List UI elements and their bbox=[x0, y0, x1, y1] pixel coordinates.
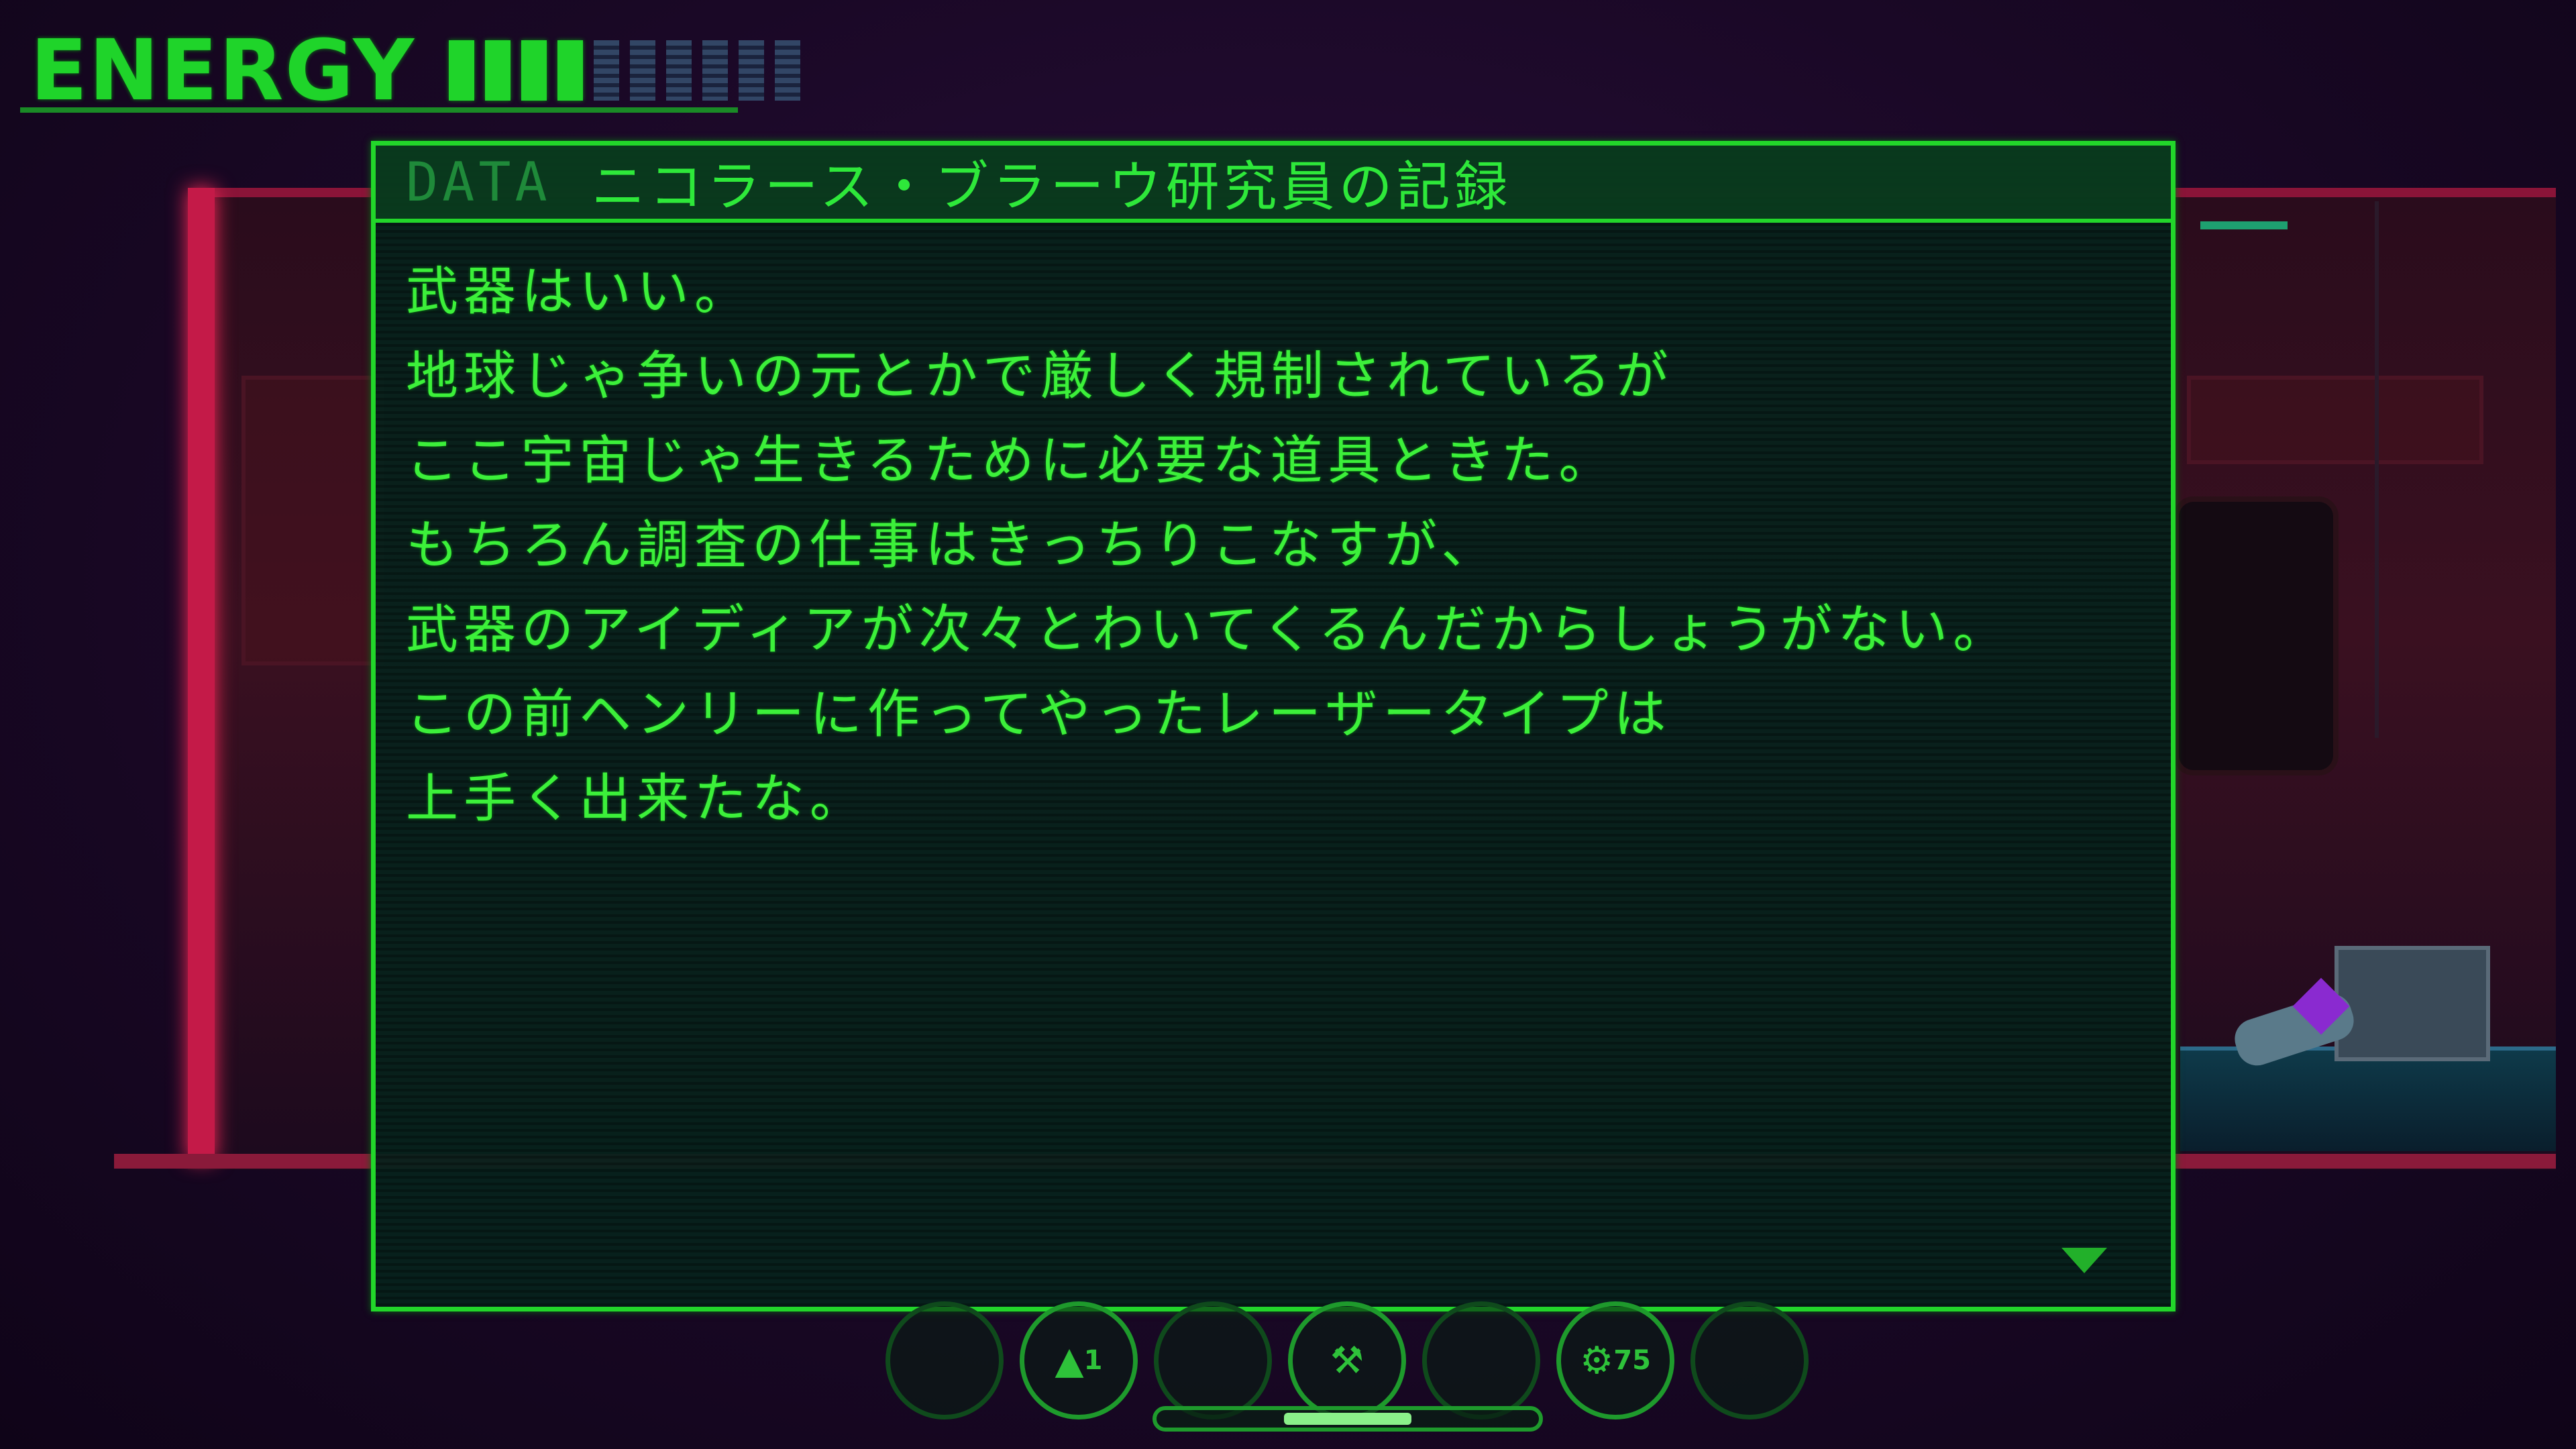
item-slot-empty[interactable] bbox=[1154, 1301, 1272, 1419]
item-slot-empty[interactable] bbox=[885, 1301, 1004, 1419]
data-log-header: DATA ニコラース・ブラーウ研究員の記録 bbox=[376, 146, 2171, 223]
data-log-line: この前ヘンリーに作ってやったレーザータイプは bbox=[406, 684, 1672, 745]
data-log-line: 地球じゃ争いの元とかで厳しく規制されているが bbox=[406, 346, 1674, 407]
energy-cell-empty bbox=[594, 40, 620, 101]
data-log-title: ニコラース・ブラーウ研究員の記録 bbox=[591, 155, 1512, 218]
data-tag: DATA bbox=[406, 151, 551, 213]
energy-cell-full bbox=[449, 40, 475, 101]
item-slot-blaster[interactable]: ▲ 1 bbox=[1020, 1301, 1138, 1419]
energy-cell-empty bbox=[702, 40, 729, 101]
data-log-line: 武器はいい。 bbox=[406, 262, 753, 322]
room-wall-panel bbox=[241, 376, 384, 665]
energy-cell-full bbox=[521, 40, 547, 101]
room-door bbox=[2174, 496, 2339, 775]
energy-bars bbox=[449, 40, 801, 101]
energy-cell-empty bbox=[775, 40, 801, 101]
energy-label: ENERGY bbox=[30, 21, 416, 119]
data-log-line: 上手く出来たな。 bbox=[406, 769, 868, 829]
item-count: 75 bbox=[1613, 1345, 1651, 1376]
room-left-wall bbox=[188, 188, 215, 1161]
room-cable bbox=[2375, 201, 2379, 738]
room-machine bbox=[2334, 946, 2490, 1061]
item-selector-bar bbox=[1152, 1406, 1543, 1432]
room-wall-panel bbox=[2187, 376, 2483, 464]
data-log-window[interactable]: DATA ニコラース・ブラーウ研究員の記録 武器はいい。 地球じゃ争いの元とかで… bbox=[371, 141, 2176, 1311]
energy-cell-empty bbox=[666, 40, 692, 101]
data-log-line: もちろん調査の仕事はきっちりこなすが、 bbox=[406, 515, 1499, 576]
data-log-line: ここ宇宙じゃ生きるために必要な道具ときた。 bbox=[406, 431, 1617, 491]
wrench-icon: ⚒ bbox=[1330, 1338, 1364, 1383]
energy-cell-empty bbox=[739, 40, 765, 101]
item-ring: ▲ 1 ⚒ ⚙ 75 bbox=[885, 1301, 1809, 1419]
room-floor-platform bbox=[2180, 1046, 2556, 1151]
item-selector-indicator bbox=[1284, 1413, 1411, 1425]
data-log-body: 武器はいい。 地球じゃ争いの元とかで厳しく規制されているが ここ宇宙じゃ生きるた… bbox=[376, 223, 2171, 841]
energy-underline bbox=[20, 107, 738, 113]
item-count: 1 bbox=[1083, 1345, 1103, 1376]
energy-meter: ENERGY bbox=[30, 21, 801, 119]
blaster-icon: ▲ bbox=[1055, 1338, 1084, 1383]
energy-cell-full bbox=[485, 40, 511, 101]
room-light-strip bbox=[2200, 221, 2288, 229]
item-slot-empty[interactable] bbox=[1422, 1301, 1540, 1419]
energy-cell-full bbox=[557, 40, 584, 101]
data-log-line: 武器のアイディアが次々とわいてくるんだからしょうがない。 bbox=[406, 600, 2011, 660]
item-slot-gear[interactable]: ⚙ 75 bbox=[1556, 1301, 1674, 1419]
arrow-down-icon[interactable] bbox=[2061, 1248, 2107, 1273]
energy-cell-empty bbox=[630, 40, 656, 101]
item-slot-wrench[interactable]: ⚒ bbox=[1288, 1301, 1406, 1419]
item-slot-empty[interactable] bbox=[1690, 1301, 1809, 1419]
gear-icon: ⚙ bbox=[1580, 1338, 1614, 1383]
